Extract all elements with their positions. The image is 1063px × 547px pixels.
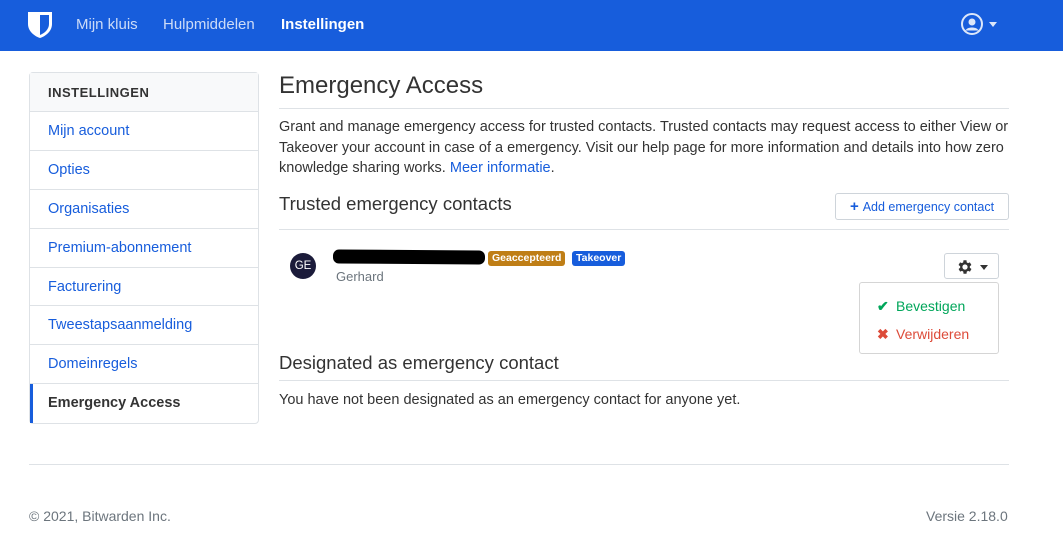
- menu-item-confirm[interactable]: ✔ Bevestigen: [877, 298, 965, 315]
- description-text: Grant and manage emergency access for tr…: [279, 119, 1009, 176]
- designated-title: Designated as emergency contact: [279, 352, 559, 373]
- add-emergency-contact-label: Add emergency contact: [862, 200, 995, 214]
- settings-sidebar: INSTELLINGEN Mijn account Opties Organis…: [29, 72, 259, 425]
- more-info-link[interactable]: Meer informatie: [450, 160, 551, 176]
- gear-icon: [958, 260, 972, 274]
- page-title: Emergency Access: [279, 72, 484, 99]
- sidebar-item-organizations[interactable]: Organisaties: [30, 190, 258, 229]
- sidebar-item-two-step-login[interactable]: Tweestapsaanmelding: [30, 306, 258, 346]
- divider: [279, 108, 1009, 109]
- access-type-badge: Takeover: [572, 251, 626, 266]
- sidebar-item-options[interactable]: Opties: [30, 151, 258, 190]
- trusted-contacts-title: Trusted emergency contacts: [279, 193, 512, 214]
- footer-divider: [29, 464, 1009, 465]
- check-icon: ✔: [877, 298, 889, 314]
- divider: [279, 380, 1009, 381]
- designated-empty-text: You have not been designated as an emerg…: [279, 392, 741, 408]
- status-badge: Geaccepteerd: [488, 251, 566, 266]
- sidebar-item-premium[interactable]: Premium-abonnement: [30, 229, 258, 268]
- user-avatar-icon: [961, 13, 983, 35]
- divider: [279, 229, 1009, 230]
- plus-icon: +: [849, 198, 859, 215]
- sidebar-item-domain-rules[interactable]: Domeinregels: [30, 345, 258, 385]
- add-emergency-contact-button[interactable]: + Add emergency contact: [835, 193, 1009, 220]
- menu-item-confirm-label: Bevestigen: [896, 298, 966, 314]
- bitwarden-shield-logo[interactable]: [27, 11, 53, 39]
- menu-item-delete-label: Verwijderen: [896, 326, 970, 342]
- sidebar-item-emergency-access[interactable]: Emergency Access: [30, 384, 258, 424]
- contact-options-button[interactable]: [944, 253, 999, 279]
- user-menu-button[interactable]: [961, 13, 1001, 37]
- version-text: Versie 2.18.0: [926, 508, 1008, 524]
- close-icon: ✖: [877, 326, 889, 342]
- menu-item-delete[interactable]: ✖ Verwijderen: [877, 326, 969, 343]
- chevron-down-icon: [980, 265, 988, 270]
- contact-name: Gerhard: [336, 269, 384, 284]
- nav-tools[interactable]: Hulpmiddelen: [163, 16, 255, 34]
- chevron-down-icon: [989, 22, 997, 27]
- page-description: Grant and manage emergency access for tr…: [279, 119, 1009, 176]
- nav-settings[interactable]: Instellingen: [281, 16, 364, 34]
- sidebar-item-my-account[interactable]: Mijn account: [30, 112, 258, 151]
- top-navbar: Mijn kluis Hulpmiddelen Instellingen: [0, 0, 1063, 51]
- redacted-email: [332, 249, 486, 265]
- contact-avatar: GE: [290, 253, 316, 279]
- copyright-text: © 2021, Bitwarden Inc.: [29, 508, 171, 524]
- sidebar-header: INSTELLINGEN: [30, 73, 258, 112]
- sidebar-item-billing[interactable]: Facturering: [30, 268, 258, 307]
- contact-options-menu: ✔ Bevestigen ✖ Verwijderen: [859, 282, 999, 354]
- nav-my-vault[interactable]: Mijn kluis: [76, 16, 138, 34]
